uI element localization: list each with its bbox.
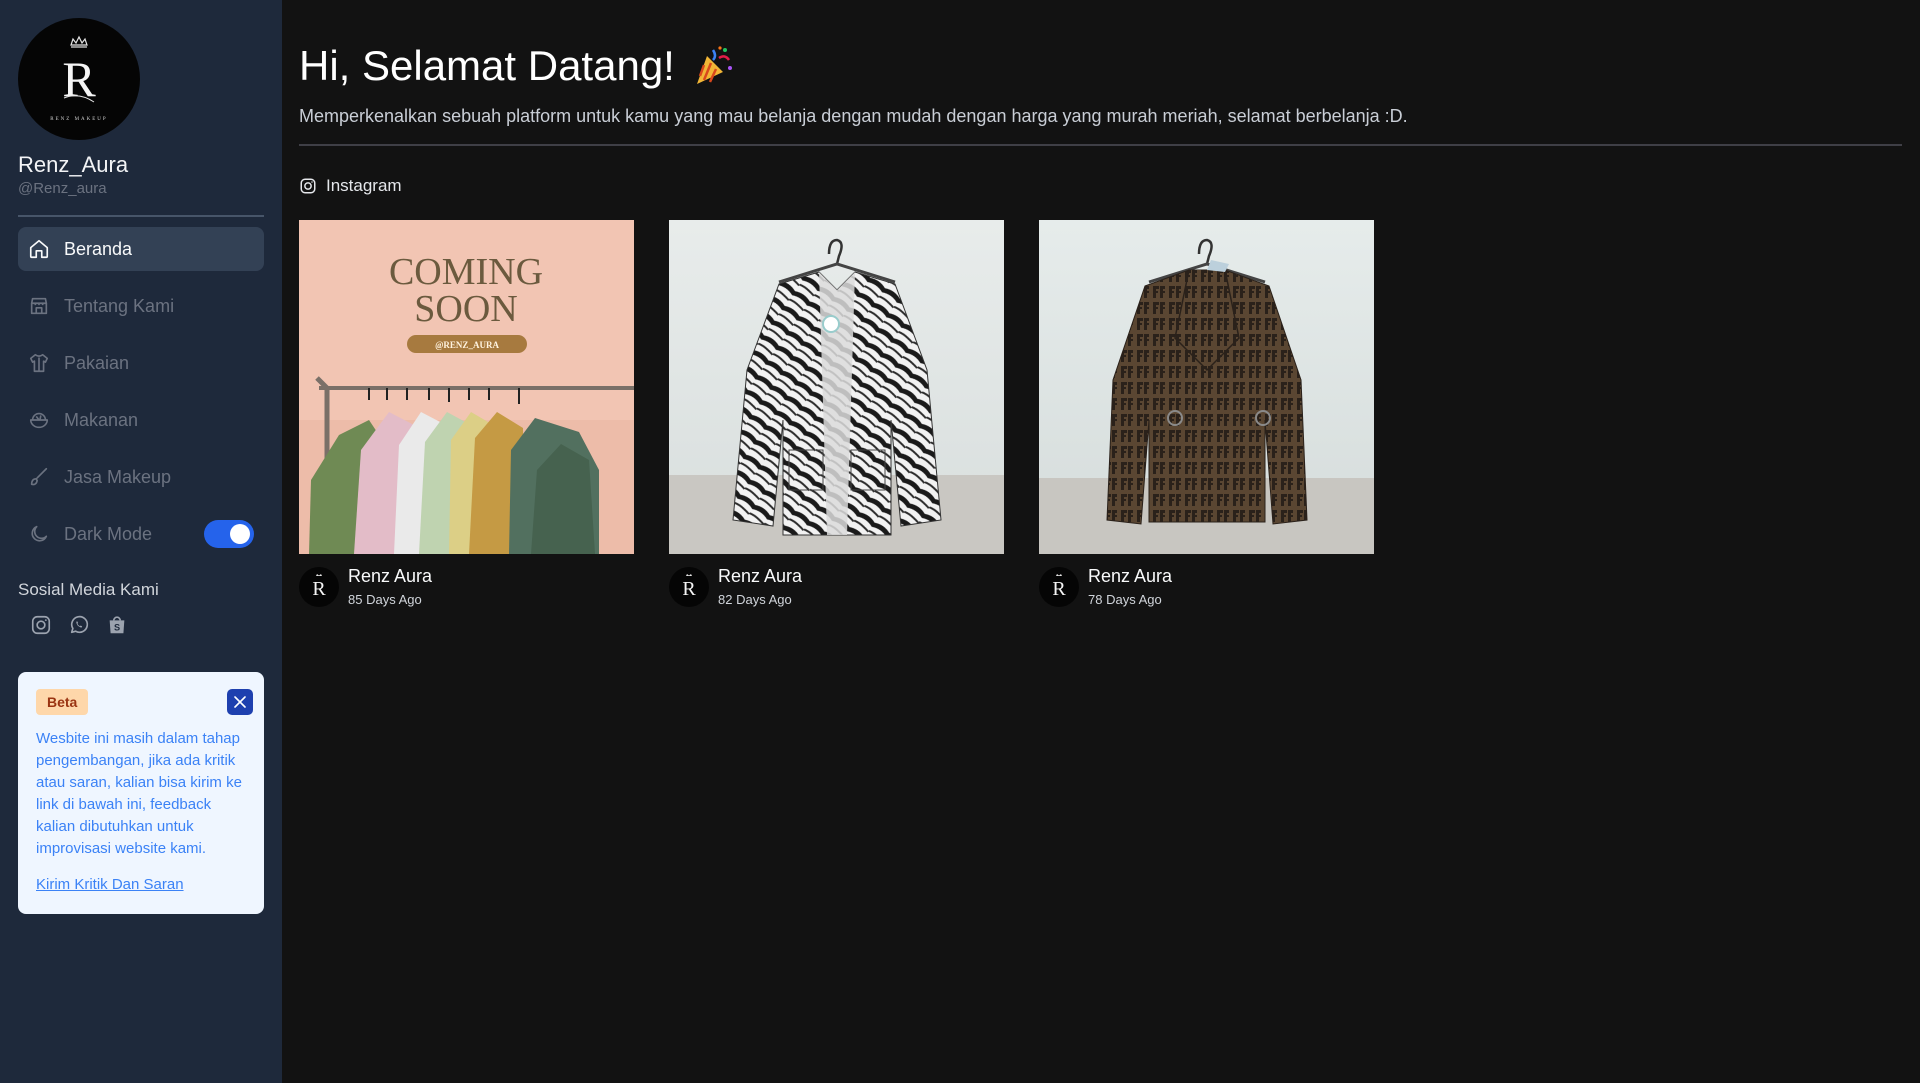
beta-message: Wesbite ini masih dalam tahap pengembang… (36, 730, 242, 857)
main-content: Hi, Selamat Datang! Memperkenalkan sebua… (282, 0, 1920, 1083)
instagram-icon (299, 177, 317, 195)
post-author[interactable]: Renz Aura (718, 566, 802, 587)
brand-logo[interactable]: R RENZ MAKEUP (18, 18, 140, 140)
nav-label: Tentang Kami (64, 295, 175, 316)
nav-item-pakaian[interactable]: Pakaian (18, 341, 264, 385)
svg-text:S: S (114, 623, 120, 633)
home-icon (28, 238, 50, 260)
post-time: 78 Days Ago (1088, 592, 1162, 607)
instagram-icon[interactable] (30, 614, 52, 636)
store-icon (28, 295, 50, 317)
page-title-text: Hi, Selamat Datang! (299, 42, 675, 89)
sidebar: R RENZ MAKEUP Renz_Aura @Renz_aura Beran… (0, 0, 282, 1083)
nav-item-jasa-makeup[interactable]: Jasa Makeup (18, 455, 264, 499)
shirt-icon (28, 352, 50, 374)
social-title: Sosial Media Kami (18, 580, 159, 599)
nav-item-beranda[interactable]: Beranda (18, 227, 264, 271)
poster-tag: @RENZ_AURA (435, 340, 499, 350)
beta-notice: Beta Wesbite ini masih dalam tahap penge… (18, 672, 264, 914)
post-image-monogram-jacket[interactable] (1039, 220, 1374, 554)
app-root: R RENZ MAKEUP Renz_Aura @Renz_aura Beran… (0, 0, 1920, 1083)
post-meta: R Renz Aura 85 Days Ago (299, 566, 634, 607)
nav-item-makanan[interactable]: Makanan (18, 398, 264, 442)
avatar[interactable]: R (1039, 566, 1079, 607)
close-button[interactable] (227, 689, 253, 715)
nav-label: Jasa Makeup (64, 466, 172, 487)
nav-label: Pakaian (64, 352, 130, 373)
brush-icon (28, 466, 50, 488)
post-meta: R Renz Aura 82 Days Ago (669, 566, 1004, 607)
post-meta: R Renz Aura 78 Days Ago (1039, 566, 1374, 607)
main-divider (299, 144, 1902, 146)
section-label: Instagram (299, 176, 1902, 196)
post-card[interactable]: R Renz Aura 82 Days Ago (669, 220, 1004, 607)
avatar[interactable]: R (669, 566, 709, 607)
nav-label: Beranda (64, 238, 133, 259)
bowl-icon (28, 409, 50, 431)
post-info: Renz Aura 85 Days Ago (348, 566, 432, 607)
toggle-knob (230, 524, 250, 544)
post-author[interactable]: Renz Aura (348, 566, 432, 587)
nav-label: Makanan (64, 409, 139, 430)
logo-tagline: RENZ MAKEUP (50, 117, 107, 122)
whatsapp-icon[interactable] (68, 614, 90, 636)
post-image-coming-soon[interactable]: COMING SOON @RENZ_AURA (299, 220, 634, 554)
post-card[interactable]: COMING SOON @RENZ_AURA R Renz Aura 85 Da… (299, 220, 634, 607)
section-label-text: Instagram (326, 176, 402, 195)
post-info: Renz Aura 78 Days Ago (1088, 566, 1172, 607)
post-image-zebra-cardigan[interactable] (669, 220, 1004, 554)
page-subtitle: Memperkenalkan sebuah platform untuk kam… (299, 106, 1408, 126)
page-title: Hi, Selamat Datang! (299, 40, 1902, 92)
poster-title-line2: SOON (414, 288, 517, 330)
post-author[interactable]: Renz Aura (1088, 566, 1172, 587)
post-time: 82 Days Ago (718, 592, 792, 607)
svg-text:R: R (312, 578, 326, 600)
beta-badge: Beta (36, 689, 89, 715)
profile-name: Renz_Aura (18, 152, 129, 177)
moon-icon (28, 523, 50, 545)
avatar[interactable]: R (299, 566, 339, 607)
dark-mode-label: Dark Mode (64, 523, 153, 544)
post-grid: COMING SOON @RENZ_AURA R Renz Aura 85 Da… (299, 220, 1902, 607)
party-popper-icon (691, 44, 735, 88)
post-card[interactable]: R Renz Aura 78 Days Ago (1039, 220, 1374, 607)
svg-text:R: R (1052, 578, 1066, 600)
post-time: 85 Days Ago (348, 592, 422, 607)
sidebar-divider (18, 215, 264, 217)
poster-title-line1: COMING (389, 251, 543, 293)
logo-letter: R (62, 51, 96, 107)
post-info: Renz Aura 82 Days Ago (718, 566, 802, 607)
shopee-icon[interactable]: S (106, 614, 128, 636)
close-icon (234, 696, 246, 708)
sidebar-nav: Beranda Tentang Kami Pakaian Makanan Jas… (18, 227, 264, 556)
nav-item-dark-mode[interactable]: Dark Mode (18, 512, 264, 556)
social-links: S (18, 614, 264, 636)
feedback-link[interactable]: Kirim Kritik Dan Saran (36, 876, 184, 893)
svg-text:R: R (682, 578, 696, 600)
nav-item-tentang-kami[interactable]: Tentang Kami (18, 284, 264, 328)
profile-handle: @Renz_aura (18, 180, 107, 197)
dark-mode-toggle[interactable] (204, 520, 254, 548)
